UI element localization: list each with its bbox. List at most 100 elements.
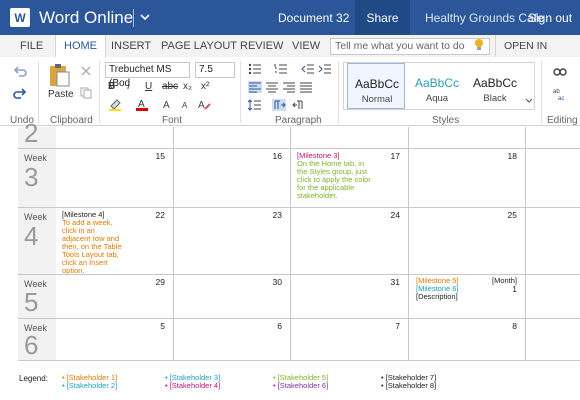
day-cell[interactable] — [526, 149, 580, 208]
legend-label: Legend: — [19, 374, 48, 383]
font-name-select[interactable]: Trebuchet MS (Bod — [105, 62, 190, 89]
day-cell[interactable]: [Milestone 5] [Milestone 6] [Description… — [409, 275, 526, 319]
styles-gallery: AaBbCc Normal AaBbCc Aqua AaBbCc Black — [343, 62, 535, 110]
cut-icon[interactable] — [80, 65, 92, 77]
superscript-button[interactable]: x² — [201, 81, 209, 92]
day-cell[interactable]: 6 — [174, 319, 291, 361]
tab-page-layout[interactable]: PAGE LAYOUT — [161, 35, 237, 57]
chevron-down-icon[interactable] — [138, 9, 152, 25]
signout-link[interactable]: Sign out — [528, 11, 572, 25]
svg-text:ac: ac — [558, 96, 564, 101]
align-left-icon[interactable] — [248, 81, 262, 93]
day-cell[interactable] — [56, 127, 174, 149]
week-number: 5 — [24, 287, 39, 317]
align-right-icon[interactable] — [282, 81, 296, 93]
strikethrough-button[interactable]: abc — [162, 81, 178, 92]
bold-button[interactable]: B — [108, 81, 115, 92]
redo-icon[interactable] — [12, 87, 28, 101]
paragraph-group-label: Paragraph — [275, 115, 322, 126]
italic-button[interactable]: I — [127, 81, 130, 92]
week-number: 6 — [24, 330, 39, 360]
day-cell[interactable]: 23 — [174, 208, 291, 275]
find-icon[interactable] — [553, 65, 567, 79]
style-aqua[interactable]: AaBbCc Aqua — [408, 63, 466, 109]
font-color-icon[interactable]: A — [135, 97, 151, 111]
day-cell[interactable] — [526, 319, 580, 361]
tab-insert[interactable]: INSERT — [111, 35, 151, 57]
user-name[interactable]: Healthy Grounds Cafe — [425, 11, 544, 25]
tab-review[interactable]: REVIEW — [240, 35, 283, 57]
day-number: 18 — [507, 151, 517, 161]
day-cell[interactable] — [526, 275, 580, 319]
week-5-cell: Week 5 — [18, 275, 56, 319]
day-cell[interactable] — [174, 127, 291, 149]
legend-text: [Stakeholder 2] — [66, 381, 118, 390]
day-cell[interactable] — [526, 208, 580, 275]
day-number: 7 — [395, 321, 400, 331]
svg-text:A: A — [163, 100, 170, 111]
style-black[interactable]: AaBbCc Black — [466, 63, 524, 109]
word-logo-icon[interactable]: W — [10, 8, 30, 27]
numbering-icon[interactable] — [274, 63, 288, 75]
ltr-icon[interactable] — [272, 99, 286, 111]
day-cell[interactable]: 22 [Milestone 4] To add a week, click in… — [56, 208, 174, 275]
day-cell[interactable]: 24 — [291, 208, 409, 275]
legend-item: • [Stakeholder 4] — [165, 381, 221, 390]
ribbon-tabs: FILE HOME INSERT PAGE LAYOUT REVIEW VIEW — [0, 35, 580, 57]
day-cell[interactable]: 30 — [174, 275, 291, 319]
paste-button[interactable]: Paste — [48, 89, 74, 100]
subscript-button[interactable]: x₂ — [183, 81, 192, 92]
day-cell[interactable]: 15 — [56, 149, 174, 208]
clear-formatting-icon[interactable]: A — [197, 97, 211, 111]
tab-view[interactable]: VIEW — [292, 35, 320, 57]
increase-indent-icon[interactable] — [318, 63, 332, 75]
app-name[interactable]: Word Online — [39, 8, 133, 28]
font-size-grow-icon[interactable]: A — [162, 97, 176, 111]
day-number: 1 — [512, 284, 517, 294]
font-size-shrink-icon[interactable]: A — [180, 97, 194, 111]
copy-icon[interactable] — [80, 87, 92, 99]
day-cell[interactable] — [409, 127, 526, 149]
day-cell[interactable] — [526, 127, 580, 149]
line-spacing-icon[interactable] — [248, 99, 262, 111]
replace-icon[interactable]: abac — [553, 87, 567, 101]
day-cell[interactable]: 16 — [174, 149, 291, 208]
decrease-indent-icon[interactable] — [301, 63, 315, 75]
style-normal[interactable]: AaBbCc Normal — [347, 63, 405, 109]
tab-file[interactable]: FILE — [20, 35, 43, 57]
day-cell[interactable]: 8 — [409, 319, 526, 361]
day-cell[interactable]: 17 [Milestone 3] On the Home tab, in the… — [291, 149, 409, 208]
day-cell[interactable]: 25 — [409, 208, 526, 275]
tab-home[interactable]: HOME — [55, 35, 106, 57]
font-size-select[interactable]: 7.5 — [195, 62, 235, 78]
undo-icon[interactable] — [12, 65, 28, 79]
document-title[interactable]: Document 32 — [278, 11, 349, 25]
share-button[interactable]: Share — [355, 0, 410, 35]
ribbon-divider — [338, 61, 339, 123]
font-group-label: Font — [162, 115, 183, 126]
day-cell[interactable]: 31 — [291, 275, 409, 319]
day-number: 30 — [272, 277, 282, 287]
legend-item: • [Stakeholder 2] — [62, 381, 118, 390]
day-cell[interactable]: 7 — [291, 319, 409, 361]
underline-button[interactable]: U — [145, 81, 152, 92]
styles-more-icon[interactable] — [525, 97, 533, 105]
tell-me-search-input[interactable]: Tell me what you want to do — [330, 38, 490, 55]
day-cell[interactable]: 5 — [56, 319, 174, 361]
day-cell[interactable] — [291, 127, 409, 149]
svg-text:A: A — [198, 100, 205, 111]
legend-item: • [Stakeholder 8] — [381, 381, 437, 390]
document-canvas[interactable]: 2 Week 3 15 16 17 [Milestone 3] On the H… — [0, 118, 580, 400]
highlight-icon[interactable] — [108, 97, 124, 111]
day-cell[interactable]: 29 — [56, 275, 174, 319]
bullets-icon[interactable] — [248, 63, 262, 75]
open-in-word-button[interactable]: OPEN IN WORD — [495, 35, 580, 74]
style-sample: AaBbCc — [414, 76, 460, 90]
day-cell[interactable]: 18 — [409, 149, 526, 208]
justify-icon[interactable] — [299, 81, 313, 93]
rtl-icon[interactable] — [292, 99, 306, 111]
paste-icon[interactable] — [47, 62, 71, 88]
align-center-icon[interactable] — [265, 81, 279, 93]
style-name: Aqua — [425, 93, 449, 104]
title-divider — [133, 9, 134, 27]
